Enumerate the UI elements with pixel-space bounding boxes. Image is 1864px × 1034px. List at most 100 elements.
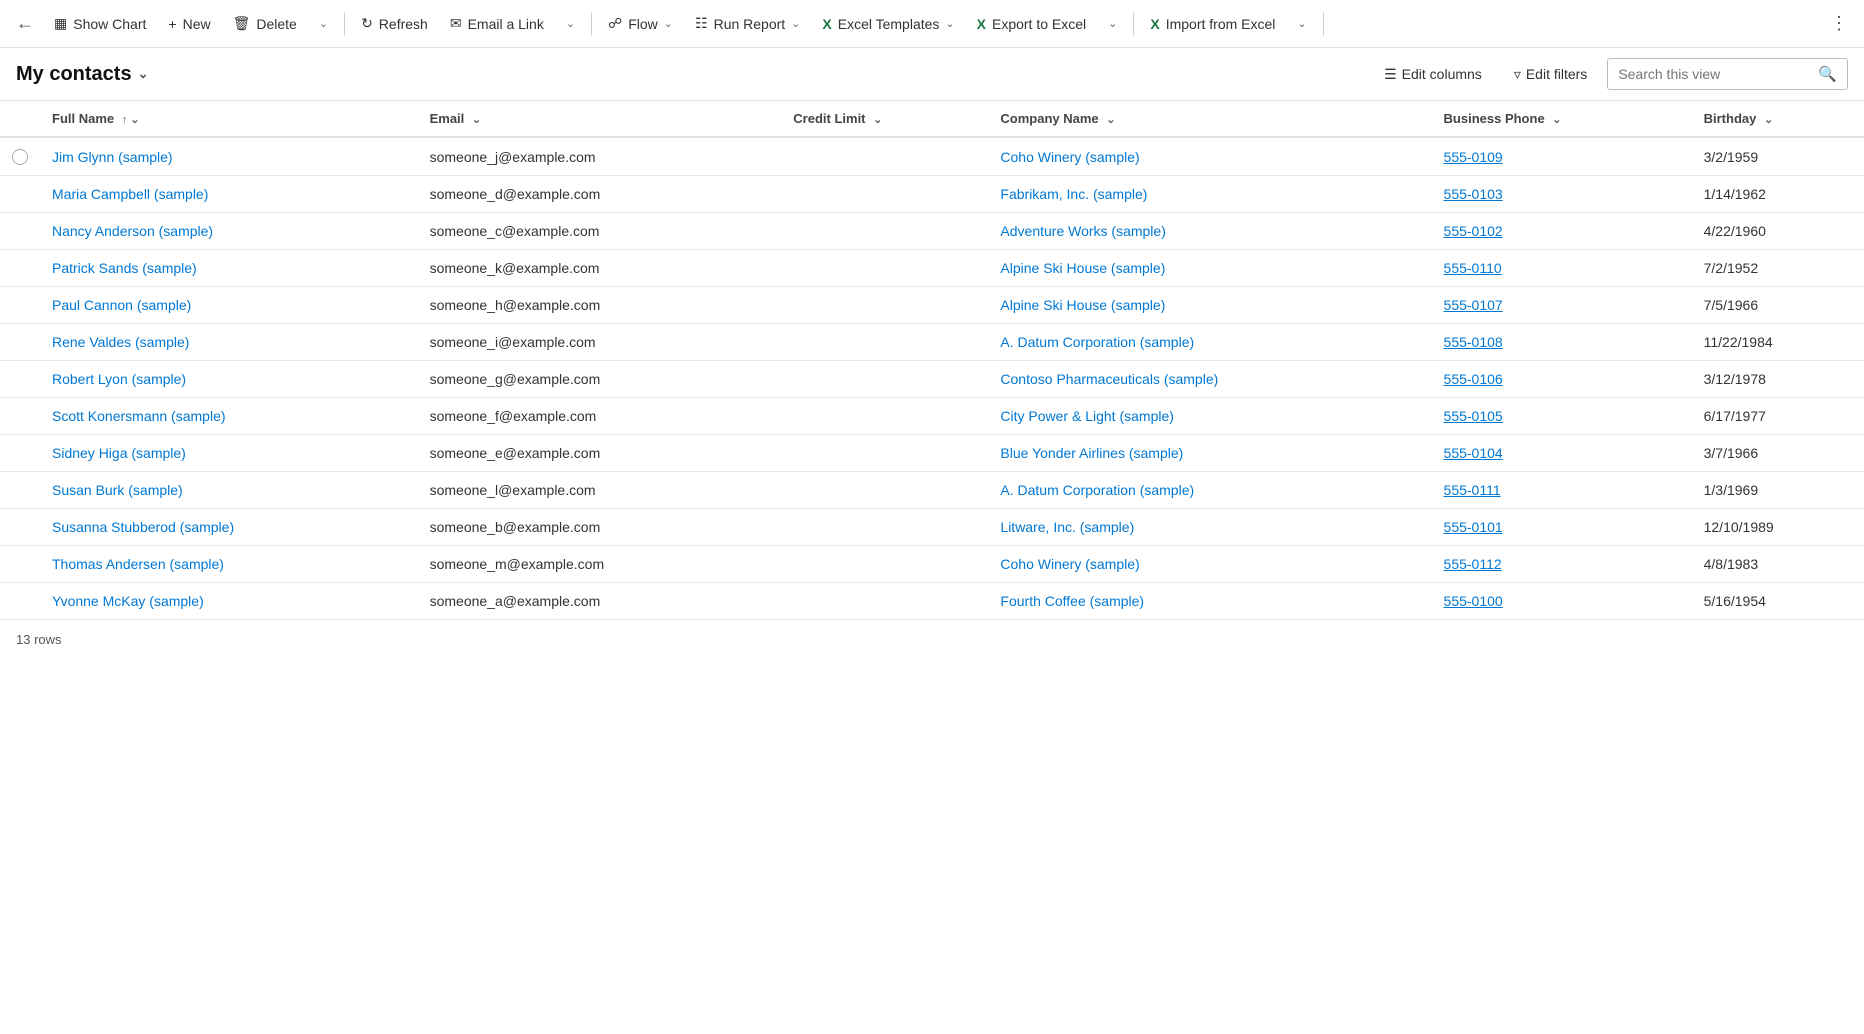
- company-name-cell[interactable]: City Power & Light (sample): [988, 398, 1431, 435]
- business-phone-cell[interactable]: 555-0109: [1432, 137, 1692, 176]
- company-name-link[interactable]: Blue Yonder Airlines (sample): [1000, 445, 1183, 461]
- full-name-cell[interactable]: Nancy Anderson (sample): [40, 213, 418, 250]
- company-name-link[interactable]: City Power & Light (sample): [1000, 408, 1174, 424]
- business-phone-cell[interactable]: 555-0107: [1432, 287, 1692, 324]
- company-name-cell[interactable]: A. Datum Corporation (sample): [988, 472, 1431, 509]
- business-phone-cell[interactable]: 555-0108: [1432, 324, 1692, 361]
- phone-link[interactable]: 555-0100: [1444, 593, 1503, 609]
- email-link-chevron-button[interactable]: ⌄: [556, 11, 585, 36]
- company-name-cell[interactable]: Alpine Ski House (sample): [988, 250, 1431, 287]
- col-header-birthday[interactable]: Birthday ⌄: [1692, 101, 1864, 137]
- full-name-link[interactable]: Yvonne McKay (sample): [52, 593, 204, 609]
- col-header-credit-limit[interactable]: Credit Limit ⌄: [781, 101, 988, 137]
- full-name-link[interactable]: Maria Campbell (sample): [52, 186, 208, 202]
- full-name-cell[interactable]: Patrick Sands (sample): [40, 250, 418, 287]
- full-name-cell[interactable]: Maria Campbell (sample): [40, 176, 418, 213]
- company-name-cell[interactable]: Contoso Pharmaceuticals (sample): [988, 361, 1431, 398]
- business-phone-cell[interactable]: 555-0103: [1432, 176, 1692, 213]
- company-name-link[interactable]: Litware, Inc. (sample): [1000, 519, 1134, 535]
- edit-filters-button[interactable]: ▿ Edit filters: [1502, 60, 1600, 89]
- full-name-link[interactable]: Susanna Stubberod (sample): [52, 519, 234, 535]
- back-button[interactable]: ←: [8, 7, 42, 40]
- company-name-link[interactable]: Alpine Ski House (sample): [1000, 260, 1165, 276]
- flow-button[interactable]: ☍ Flow ⌄: [598, 9, 683, 38]
- delete-button[interactable]: 🗑 Delete: [223, 9, 307, 38]
- full-name-cell[interactable]: Rene Valdes (sample): [40, 324, 418, 361]
- full-name-cell[interactable]: Paul Cannon (sample): [40, 287, 418, 324]
- company-name-link[interactable]: Fabrikam, Inc. (sample): [1000, 186, 1147, 202]
- refresh-button[interactable]: ↻ Refresh: [351, 9, 438, 38]
- export-chevron-button[interactable]: ⌄: [1098, 11, 1127, 36]
- run-report-button[interactable]: ☷ Run Report ⌄: [685, 9, 810, 38]
- more-button[interactable]: ⋮: [1822, 7, 1856, 40]
- full-name-cell[interactable]: Robert Lyon (sample): [40, 361, 418, 398]
- full-name-cell[interactable]: Scott Konersmann (sample): [40, 398, 418, 435]
- full-name-link[interactable]: Jim Glynn (sample): [52, 149, 173, 165]
- col-header-email[interactable]: Email ⌄: [418, 101, 782, 137]
- phone-link[interactable]: 555-0103: [1444, 186, 1503, 202]
- business-phone-cell[interactable]: 555-0105: [1432, 398, 1692, 435]
- full-name-cell[interactable]: Sidney Higa (sample): [40, 435, 418, 472]
- company-name-cell[interactable]: Coho Winery (sample): [988, 137, 1431, 176]
- phone-link[interactable]: 555-0110: [1444, 260, 1502, 276]
- company-name-cell[interactable]: Litware, Inc. (sample): [988, 509, 1431, 546]
- full-name-cell[interactable]: Thomas Andersen (sample): [40, 546, 418, 583]
- full-name-link[interactable]: Paul Cannon (sample): [52, 297, 191, 313]
- col-header-business-phone[interactable]: Business Phone ⌄: [1432, 101, 1692, 137]
- company-name-link[interactable]: Alpine Ski House (sample): [1000, 297, 1165, 313]
- phone-link[interactable]: 555-0112: [1444, 556, 1502, 572]
- company-name-link[interactable]: Coho Winery (sample): [1000, 556, 1139, 572]
- full-name-link[interactable]: Sidney Higa (sample): [52, 445, 186, 461]
- row-checkbox[interactable]: [12, 149, 28, 165]
- company-name-cell[interactable]: Coho Winery (sample): [988, 546, 1431, 583]
- company-name-cell[interactable]: Alpine Ski House (sample): [988, 287, 1431, 324]
- company-name-link[interactable]: Adventure Works (sample): [1000, 223, 1165, 239]
- company-name-cell[interactable]: Fabrikam, Inc. (sample): [988, 176, 1431, 213]
- company-name-link[interactable]: Fourth Coffee (sample): [1000, 593, 1144, 609]
- business-phone-cell[interactable]: 555-0101: [1432, 509, 1692, 546]
- phone-link[interactable]: 555-0102: [1444, 223, 1503, 239]
- col-header-company-name[interactable]: Company Name ⌄: [988, 101, 1431, 137]
- full-name-link[interactable]: Rene Valdes (sample): [52, 334, 189, 350]
- full-name-cell[interactable]: Yvonne McKay (sample): [40, 583, 418, 620]
- full-name-link[interactable]: Susan Burk (sample): [52, 482, 183, 498]
- business-phone-cell[interactable]: 555-0111: [1432, 472, 1692, 509]
- business-phone-cell[interactable]: 555-0106: [1432, 361, 1692, 398]
- full-name-link[interactable]: Patrick Sands (sample): [52, 260, 197, 276]
- company-name-link[interactable]: Contoso Pharmaceuticals (sample): [1000, 371, 1218, 387]
- company-name-cell[interactable]: A. Datum Corporation (sample): [988, 324, 1431, 361]
- business-phone-cell[interactable]: 555-0102: [1432, 213, 1692, 250]
- company-name-cell[interactable]: Blue Yonder Airlines (sample): [988, 435, 1431, 472]
- edit-columns-button[interactable]: ☰ Edit columns: [1372, 60, 1494, 89]
- full-name-link[interactable]: Scott Konersmann (sample): [52, 408, 226, 424]
- phone-link[interactable]: 555-0109: [1444, 149, 1503, 165]
- phone-link[interactable]: 555-0108: [1444, 334, 1503, 350]
- business-phone-cell[interactable]: 555-0112: [1432, 546, 1692, 583]
- search-input[interactable]: [1608, 62, 1808, 86]
- email-link-button[interactable]: ✉ Email a Link: [440, 9, 554, 38]
- select-all-checkbox-header[interactable]: [0, 101, 40, 137]
- view-title[interactable]: My contacts ⌄: [16, 63, 149, 86]
- export-to-excel-button[interactable]: X Export to Excel: [967, 10, 1097, 38]
- company-name-link[interactable]: A. Datum Corporation (sample): [1000, 482, 1194, 498]
- import-chevron-button[interactable]: ⌄: [1287, 11, 1316, 36]
- company-name-link[interactable]: Coho Winery (sample): [1000, 149, 1139, 165]
- business-phone-cell[interactable]: 555-0100: [1432, 583, 1692, 620]
- phone-link[interactable]: 555-0111: [1444, 482, 1501, 498]
- excel-templates-button[interactable]: X Excel Templates ⌄: [812, 10, 964, 38]
- full-name-cell[interactable]: Susanna Stubberod (sample): [40, 509, 418, 546]
- phone-link[interactable]: 555-0107: [1444, 297, 1503, 313]
- import-from-excel-button[interactable]: X Import from Excel: [1140, 10, 1285, 38]
- phone-link[interactable]: 555-0106: [1444, 371, 1503, 387]
- full-name-link[interactable]: Nancy Anderson (sample): [52, 223, 213, 239]
- delete-chevron-button[interactable]: ⌄: [309, 11, 338, 36]
- full-name-cell[interactable]: Jim Glynn (sample): [40, 137, 418, 176]
- phone-link[interactable]: 555-0104: [1444, 445, 1503, 461]
- show-chart-button[interactable]: ▦ Show Chart: [44, 9, 156, 38]
- col-header-full-name[interactable]: Full Name ↑ ⌄: [40, 101, 418, 137]
- search-button[interactable]: 🔍: [1808, 59, 1847, 89]
- company-name-cell[interactable]: Fourth Coffee (sample): [988, 583, 1431, 620]
- full-name-cell[interactable]: Susan Burk (sample): [40, 472, 418, 509]
- phone-link[interactable]: 555-0105: [1444, 408, 1503, 424]
- full-name-link[interactable]: Thomas Andersen (sample): [52, 556, 224, 572]
